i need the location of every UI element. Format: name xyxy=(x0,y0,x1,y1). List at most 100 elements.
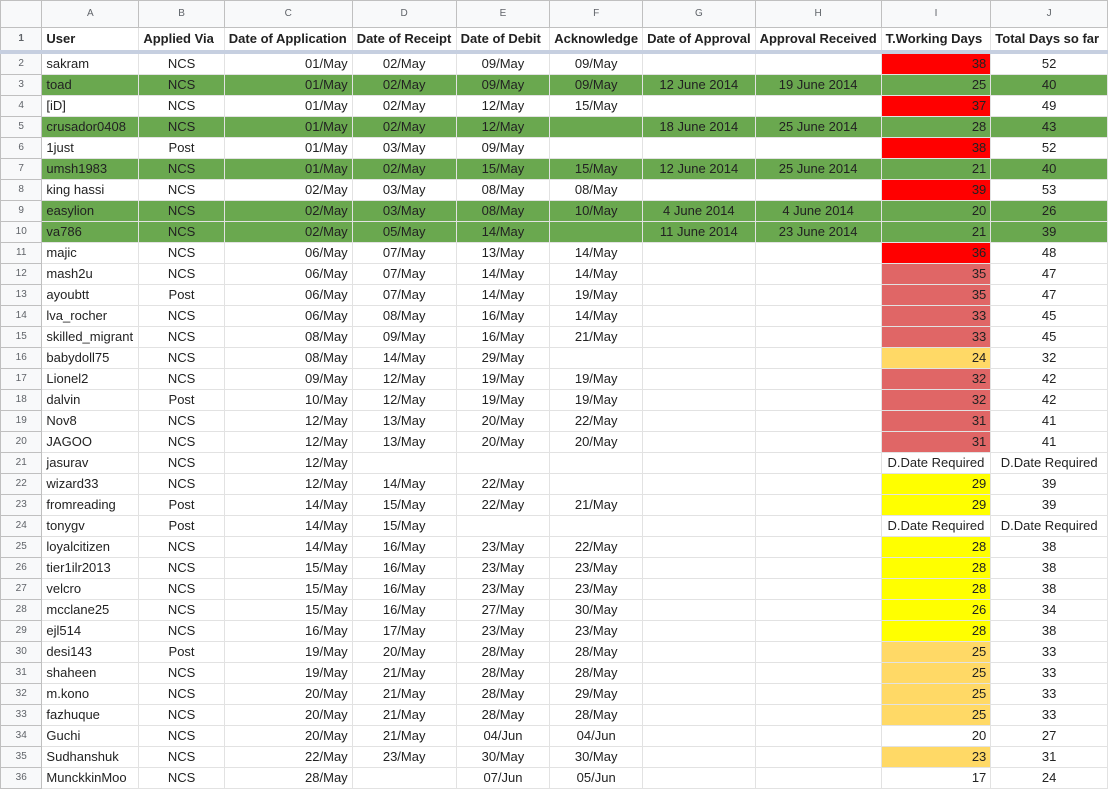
cell[interactable]: Guchi xyxy=(41,725,140,747)
cell[interactable]: 16/May xyxy=(455,305,551,327)
row-number[interactable]: 30 xyxy=(0,641,43,663)
cell[interactable]: D.Date Required xyxy=(880,515,992,537)
cell[interactable]: 08/May xyxy=(455,179,551,201)
cell[interactable]: 33 xyxy=(880,326,992,348)
cell[interactable]: 12/May xyxy=(455,95,551,117)
cell[interactable]: 02/May xyxy=(351,51,457,75)
cell[interactable]: 09/May xyxy=(351,326,457,348)
cell[interactable]: 32 xyxy=(990,347,1108,369)
row-number[interactable]: 35 xyxy=(0,746,43,768)
cell[interactable]: 37 xyxy=(880,95,992,117)
cell[interactable] xyxy=(754,536,882,558)
cell[interactable]: NCS xyxy=(138,536,225,558)
row-number[interactable]: 9 xyxy=(0,200,43,222)
cell[interactable]: 20/May xyxy=(223,704,353,726)
cell[interactable]: 21 xyxy=(880,221,992,243)
cell[interactable]: NCS xyxy=(138,368,225,390)
row-number[interactable]: 27 xyxy=(0,578,43,600)
cell[interactable]: loyalcitizen xyxy=(41,536,140,558)
cell[interactable]: 15/May xyxy=(549,95,644,117)
header-cell[interactable]: Date of Receipt xyxy=(351,27,457,54)
cell[interactable]: 23/May xyxy=(455,536,551,558)
cell[interactable] xyxy=(754,368,882,390)
cell[interactable]: JAGOO xyxy=(41,431,140,453)
cell[interactable]: NCS xyxy=(138,410,225,432)
cell[interactable]: 21/May xyxy=(549,326,644,348)
cell[interactable]: 14/May xyxy=(223,536,353,558)
cell[interactable]: NCS xyxy=(138,263,225,285)
cell[interactable]: 4 June 2014 xyxy=(642,200,756,222)
cell[interactable]: NCS xyxy=(138,95,225,117)
row-number[interactable]: 32 xyxy=(0,683,43,705)
cell[interactable]: Post xyxy=(138,284,225,306)
cell[interactable]: 25 xyxy=(880,704,992,726)
cell[interactable]: 02/May xyxy=(351,116,457,138)
cell[interactable] xyxy=(549,347,644,369)
cell[interactable]: 16/May xyxy=(455,326,551,348)
cell[interactable]: 20/May xyxy=(223,683,353,705)
cell[interactable]: 40 xyxy=(990,158,1108,180)
cell[interactable]: 24 xyxy=(880,347,992,369)
cell[interactable] xyxy=(642,494,756,516)
cell[interactable] xyxy=(351,767,457,789)
cell[interactable] xyxy=(754,179,882,201)
cell[interactable]: 19 June 2014 xyxy=(754,74,882,96)
cell[interactable]: 01/May xyxy=(223,116,353,138)
cell[interactable]: 33 xyxy=(990,683,1108,705)
cell[interactable] xyxy=(642,662,756,684)
cell[interactable]: 41 xyxy=(990,410,1108,432)
cell[interactable]: tier1ilr2013 xyxy=(41,557,140,579)
cell[interactable]: 05/Jun xyxy=(549,767,644,789)
cell[interactable] xyxy=(754,284,882,306)
select-all-corner[interactable] xyxy=(0,0,43,28)
cell[interactable] xyxy=(642,242,756,264)
cell[interactable]: 01/May xyxy=(223,158,353,180)
cell[interactable]: 19/May xyxy=(223,662,353,684)
cell[interactable]: 23/May xyxy=(549,620,644,642)
cell[interactable]: 23/May xyxy=(351,746,457,768)
cell[interactable] xyxy=(754,431,882,453)
cell[interactable] xyxy=(754,242,882,264)
cell[interactable]: 09/May xyxy=(549,74,644,96)
cell[interactable]: 39 xyxy=(990,494,1108,516)
cell[interactable] xyxy=(642,326,756,348)
cell[interactable]: wizard33 xyxy=(41,473,140,495)
cell[interactable]: NCS xyxy=(138,431,225,453)
cell[interactable]: NCS xyxy=(138,242,225,264)
cell[interactable]: 48 xyxy=(990,242,1108,264)
cell[interactable]: 05/May xyxy=(351,221,457,243)
header-cell[interactable]: Applied Via xyxy=(138,27,225,54)
cell[interactable]: 12 June 2014 xyxy=(642,74,756,96)
cell[interactable]: NCS xyxy=(138,473,225,495)
cell[interactable]: 28/May xyxy=(455,662,551,684)
cell[interactable]: 45 xyxy=(990,305,1108,327)
header-cell[interactable]: Date of Approval xyxy=(642,27,756,54)
column-header-g[interactable]: G xyxy=(642,0,756,28)
header-cell[interactable]: Acknowledge xyxy=(549,27,644,54)
cell[interactable]: 15/May xyxy=(351,494,457,516)
cell[interactable]: 25 June 2014 xyxy=(754,158,882,180)
cell[interactable] xyxy=(754,704,882,726)
cell[interactable]: 31 xyxy=(990,746,1108,768)
cell[interactable]: 21 xyxy=(880,158,992,180)
cell[interactable]: 42 xyxy=(990,368,1108,390)
cell[interactable]: 28 xyxy=(880,578,992,600)
cell[interactable] xyxy=(754,767,882,789)
cell[interactable]: 33 xyxy=(990,704,1108,726)
cell[interactable]: 01/May xyxy=(223,51,353,75)
cell[interactable]: 25 xyxy=(880,74,992,96)
cell[interactable]: lva_rocher xyxy=(41,305,140,327)
cell[interactable] xyxy=(642,389,756,411)
cell[interactable] xyxy=(351,452,457,474)
row-number[interactable]: 22 xyxy=(0,473,43,495)
cell[interactable]: 21/May xyxy=(351,725,457,747)
cell[interactable]: 20/May xyxy=(351,641,457,663)
cell[interactable]: 04/Jun xyxy=(549,725,644,747)
cell[interactable]: 14/May xyxy=(455,284,551,306)
cell[interactable]: Post xyxy=(138,641,225,663)
cell[interactable]: 31 xyxy=(880,431,992,453)
cell[interactable]: 29 xyxy=(880,473,992,495)
cell[interactable]: 20/May xyxy=(455,410,551,432)
cell[interactable] xyxy=(455,515,551,537)
cell[interactable] xyxy=(754,389,882,411)
